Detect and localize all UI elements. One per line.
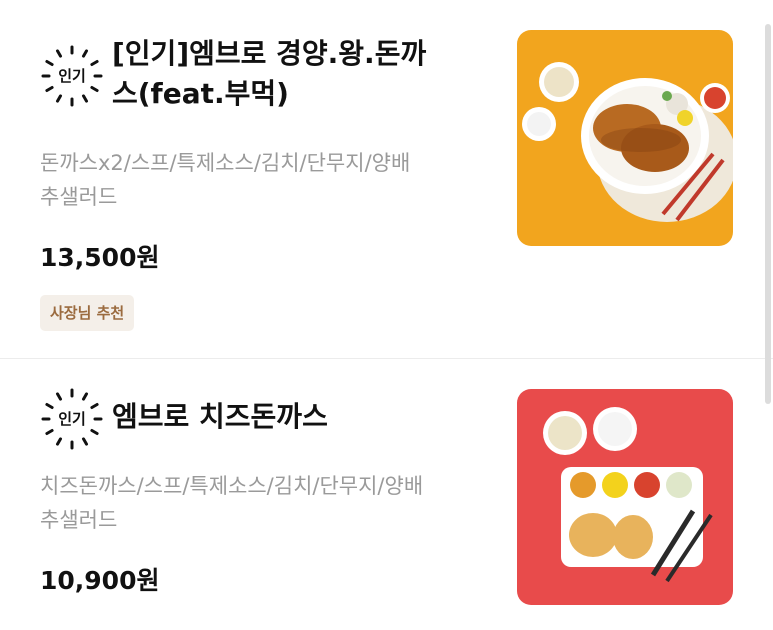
popular-badge-icon: 인기 — [40, 44, 104, 108]
menu-item-description-line: 돈까스x2/스프/특제소스/김치/단무지/양배 — [40, 151, 411, 175]
popular-badge-label: 인기 — [58, 410, 86, 428]
menu-item-title-line: 스(feat.부먹) — [112, 77, 289, 110]
menu-item-price: 13,500원 — [40, 243, 160, 272]
menu-item-description-line: 추샐러드 — [40, 508, 118, 532]
popular-badge-label: 인기 — [58, 67, 86, 85]
menu-item-1[interactable]: 인기 [인기]엠브로 경양.왕.돈까 스(feat.부먹) 돈까스x2/스프/특… — [0, 0, 773, 358]
owner-recommend-tag: 사장님 추천 — [40, 295, 135, 331]
cheese-cutlet-tray-photo[interactable] — [517, 389, 733, 605]
menu-item-price: 10,900원 — [40, 566, 160, 595]
menu-item-description: 돈까스x2/스프/특제소스/김치/단무지/양배 추샐러드 — [40, 146, 490, 214]
scrollbar[interactable] — [765, 24, 771, 404]
popular-badge-icon: 인기 — [40, 387, 104, 451]
menu-item-description-line: 치즈돈까스/스프/특제소스/김치/단무지/양배 — [40, 474, 424, 498]
menu-item-title-line: [인기]엠브로 경양.왕.돈까 — [112, 37, 427, 70]
menu-item-description-line: 추샐러드 — [40, 185, 118, 209]
menu-item-2[interactable]: 인기 엠브로 치즈돈까스 치즈돈까스/스프/특제소스/김치/단무지/양배 추샐러… — [0, 359, 773, 630]
menu-item-title: 엠브로 치즈돈까스 — [112, 400, 328, 433]
menu-item-title: [인기]엠브로 경양.왕.돈까 스(feat.부먹) — [112, 34, 492, 114]
pork-cutlet-plate-photo[interactable] — [517, 30, 733, 246]
menu-item-description: 치즈돈까스/스프/특제소스/김치/단무지/양배 추샐러드 — [40, 469, 490, 537]
